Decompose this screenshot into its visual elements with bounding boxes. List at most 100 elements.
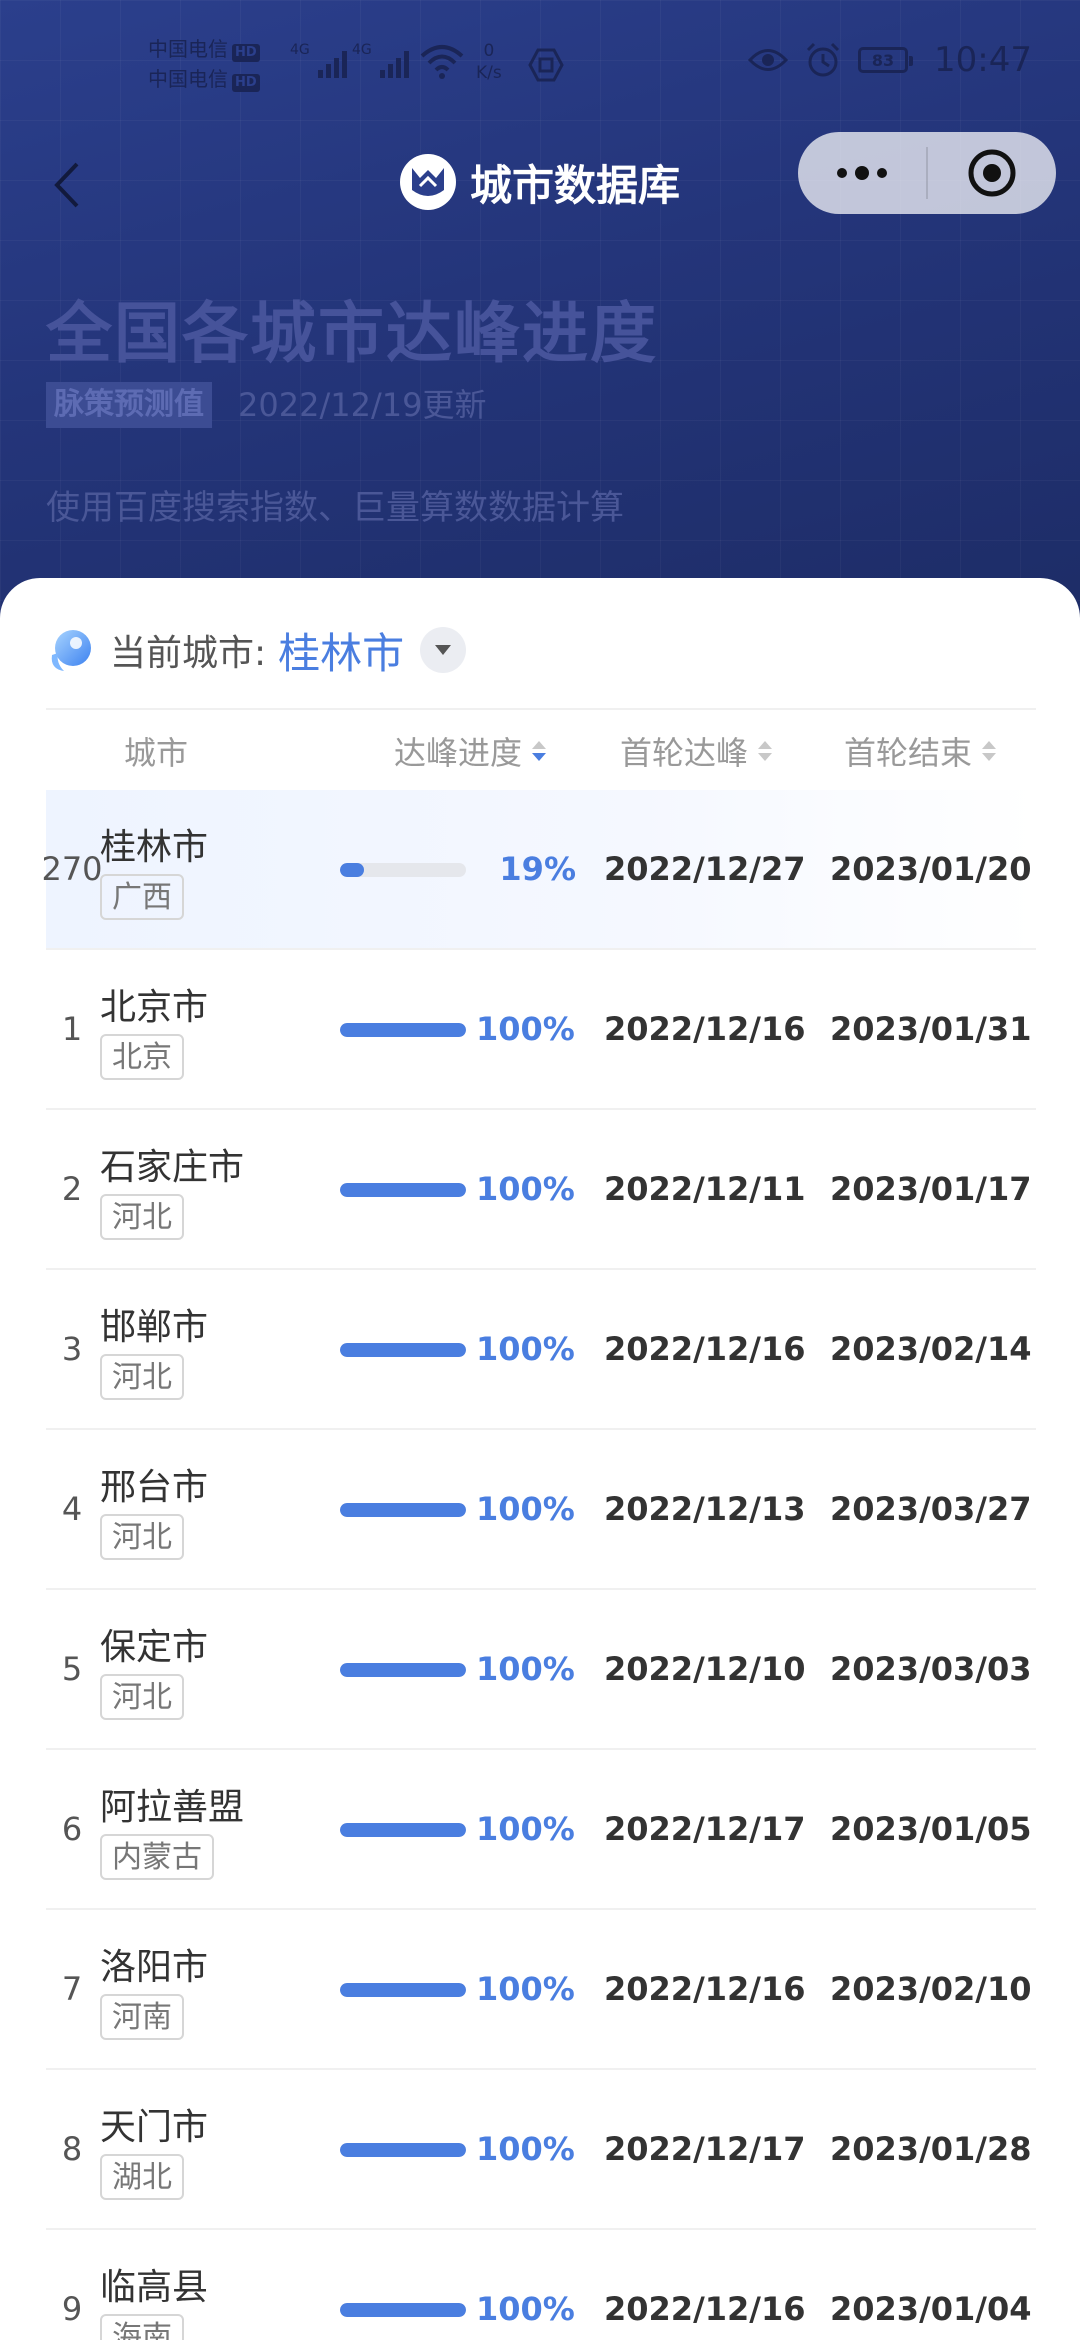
- app-logo-icon: [399, 154, 456, 210]
- sort-icon: [758, 741, 773, 761]
- sort-icon: [532, 741, 547, 761]
- row-progress-label: 100%: [476, 1650, 575, 1688]
- row-city: 石家庄市: [100, 1147, 245, 1188]
- header-first-end-label: 首轮结束: [844, 734, 973, 772]
- nav-title-text: 城市数据库: [469, 160, 680, 210]
- progress-fill: [340, 863, 364, 877]
- table-row[interactable]: 3 邯郸市 河北 100% 2022/12/16 2023/02/14: [46, 1270, 1036, 1430]
- row-first-peak: 2022/12/16: [604, 1010, 806, 1048]
- row-city: 天门市: [100, 2107, 209, 2148]
- progress-fill: [340, 1343, 466, 1357]
- row-first-end: 2023/03/03: [830, 1650, 1032, 1688]
- row-first-end: 2023/01/31: [830, 1010, 1032, 1048]
- progress-fill: [340, 2143, 466, 2157]
- row-city: 洛阳市: [100, 1947, 209, 1988]
- eye-icon: [748, 49, 789, 71]
- table-row[interactable]: 2 石家庄市 河北 100% 2022/12/11 2023/01/17: [46, 1110, 1036, 1270]
- row-first-end: 2023/02/14: [830, 1330, 1032, 1368]
- row-city: 邢台市: [100, 1467, 209, 1508]
- row-first-peak: 2022/12/16: [604, 1330, 806, 1368]
- row-progress-label: 100%: [476, 2130, 575, 2168]
- sort-icon: [982, 741, 997, 761]
- table-row[interactable]: 7 洛阳市 河南 100% 2022/12/16 2023/02/10: [46, 1910, 1036, 2070]
- row-progress-label: 100%: [476, 1810, 575, 1848]
- row-first-end: 2023/01/05: [830, 1810, 1032, 1848]
- clock: 10:47: [934, 40, 1032, 80]
- alarm-icon: [806, 42, 840, 77]
- row-first-end: 2023/01/28: [830, 2130, 1032, 2168]
- nav-bar: 城市数据库: [0, 130, 1080, 240]
- progress-bar: [340, 1343, 466, 1357]
- row-progress-label: 100%: [476, 1010, 575, 1048]
- status-right: 83 10:47: [748, 40, 1032, 80]
- row-city: 北京市: [100, 987, 209, 1028]
- hero-description: 使用百度搜索指数、巨量算数数据计算: [46, 488, 624, 528]
- row-city: 阿拉善盟: [100, 1787, 245, 1828]
- table-row[interactable]: 5 保定市 河北 100% 2022/12/10 2023/03/03: [46, 1590, 1036, 1750]
- current-city-selector[interactable]: 当前城市: 桂林市: [46, 620, 467, 680]
- progress-bar: [340, 1983, 466, 1997]
- header-progress-label: 达峰进度: [394, 734, 523, 772]
- net-speed-value: 0: [483, 41, 495, 61]
- row-province-tag: 广西: [100, 874, 184, 920]
- row-province-tag: 海南: [100, 2314, 184, 2340]
- table-row[interactable]: 270 桂林市 广西 19% 2022/12/27 2023/01/20: [41, 790, 1036, 950]
- battery-icon: 83: [858, 47, 914, 73]
- row-province-tag: 河北: [100, 1514, 184, 1560]
- city-table-card: 当前城市: 桂林市 城市 达峰进度 首轮达峰 首轮结束 270 桂林市 广西 1…: [0, 578, 1080, 2340]
- table-row[interactable]: 1 北京市 北京 100% 2022/12/16 2023/01/31: [46, 950, 1036, 1110]
- row-first-peak: 2022/12/10: [604, 1650, 806, 1688]
- row-first-end: 2023/01/17: [830, 1170, 1032, 1208]
- current-city-label: 当前城市:: [110, 633, 267, 674]
- progress-bar: [340, 1663, 466, 1677]
- row-city: 保定市: [100, 1627, 209, 1668]
- row-first-end: 2023/03/27: [830, 1490, 1032, 1528]
- table-row[interactable]: 6 阿拉善盟 内蒙古 100% 2022/12/17 2023/01/05: [46, 1750, 1036, 1910]
- table-header: 城市 达峰进度 首轮达峰 首轮结束: [46, 708, 1036, 792]
- row-city: 桂林市: [100, 827, 209, 868]
- header-city-label: 城市: [124, 734, 189, 772]
- signal-icon: [380, 44, 409, 78]
- row-province-tag: 河北: [100, 1194, 184, 1240]
- row-province-tag: 河北: [100, 1674, 184, 1720]
- update-date: 2022/12/19更新: [238, 386, 487, 424]
- progress-fill: [340, 1503, 466, 1517]
- net-speed-unit: K/s: [476, 63, 502, 83]
- row-first-end: 2023/01/20: [830, 850, 1032, 888]
- row-progress-label: 100%: [476, 1970, 575, 2008]
- row-first-peak: 2022/12/16: [604, 1970, 806, 2008]
- row-province-tag: 内蒙古: [100, 1834, 214, 1880]
- net-speed: 0 K/s: [476, 40, 502, 84]
- table-row[interactable]: 4 邢台市 河北 100% 2022/12/13 2023/03/27: [46, 1430, 1036, 1590]
- hero-header: 中国电信 HD 中国电信 HD 4G 4G 0 K/s 83 10:47 城市数…: [0, 0, 1080, 640]
- battery-level: 83: [871, 50, 895, 70]
- carrier-2: 中国电信: [148, 67, 228, 91]
- net-type-2: 4G: [352, 42, 372, 58]
- header-progress[interactable]: 达峰进度: [394, 728, 547, 774]
- target-icon: [968, 149, 1016, 197]
- header-first-peak-label: 首轮达峰: [620, 734, 749, 772]
- hd-badge: HD: [232, 74, 260, 92]
- progress-bar: [340, 1183, 466, 1197]
- table-row[interactable]: 8 天门市 湖北 100% 2022/12/17 2023/01/28: [46, 2070, 1036, 2230]
- more-button[interactable]: [798, 132, 926, 214]
- close-miniprogram-button[interactable]: [928, 132, 1056, 214]
- row-progress-label: 100%: [476, 1490, 575, 1528]
- progress-bar: [340, 2303, 466, 2317]
- signal-icon: [318, 44, 347, 78]
- row-first-peak: 2022/12/27: [604, 850, 806, 888]
- table-row[interactable]: 9 临高县 海南 100% 2022/12/16 2023/01/04: [46, 2230, 1036, 2340]
- row-city: 邯郸市: [100, 1307, 209, 1348]
- row-province-tag: 北京: [100, 1034, 184, 1080]
- header-first-peak[interactable]: 首轮达峰: [620, 728, 773, 774]
- row-first-end: 2023/01/04: [830, 2290, 1032, 2328]
- progress-fill: [340, 1823, 466, 1837]
- header-first-end[interactable]: 首轮结束: [844, 728, 997, 774]
- row-progress-label: 100%: [476, 2290, 575, 2328]
- city-dropdown-button[interactable]: [420, 627, 467, 673]
- progress-bar: [340, 1823, 466, 1837]
- progress-fill: [340, 2303, 466, 2317]
- row-first-peak: 2022/12/17: [604, 1810, 806, 1848]
- wifi-icon: [420, 45, 464, 79]
- row-city: 临高县: [100, 2267, 209, 2308]
